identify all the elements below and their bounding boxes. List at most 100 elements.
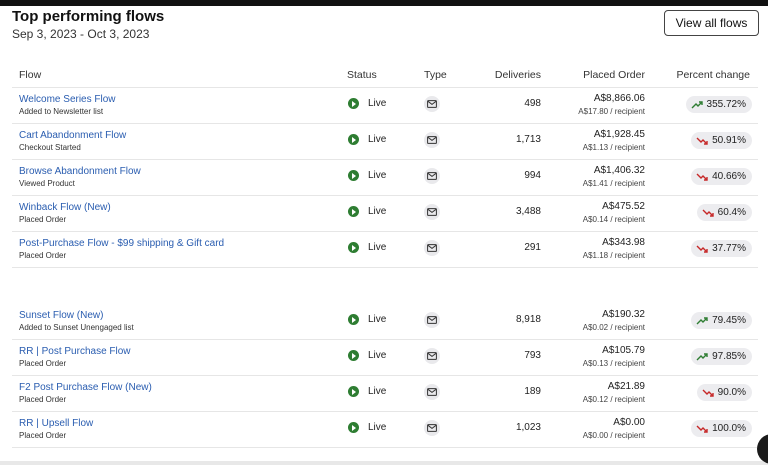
flow-trigger: Added to Newsletter list — [19, 107, 104, 116]
per-recipient-value: A$0.14 / recipient — [582, 215, 645, 224]
email-icon — [424, 96, 440, 112]
deliveries-value: 189 — [524, 386, 541, 397]
window-top-bar — [0, 0, 768, 6]
percent-change-value: 50.91% — [712, 135, 746, 146]
trend-down-icon — [702, 388, 718, 398]
email-icon — [424, 348, 440, 364]
percent-change-value: 97.85% — [712, 351, 746, 362]
percent-change-badge: 37.77% — [691, 240, 752, 257]
live-status-icon — [348, 206, 359, 217]
trend-up-icon — [696, 352, 712, 362]
live-status-icon — [348, 386, 359, 397]
flow-name-link[interactable]: RR | Upsell Flow — [19, 418, 93, 429]
view-all-flows-button[interactable]: View all flows — [664, 10, 759, 36]
flow-name-link[interactable]: Post-Purchase Flow - $99 shipping & Gift… — [19, 238, 224, 249]
percent-change-value: 355.72% — [706, 99, 746, 110]
flow-trigger: Placed Order — [19, 215, 67, 224]
percent-change-value: 79.45% — [712, 315, 746, 326]
email-icon — [424, 312, 440, 328]
table-row: Welcome Series Flow Added to Newsletter l… — [0, 87, 768, 123]
placed-order-value: A$343.98 — [602, 237, 645, 248]
flow-trigger: Placed Order — [19, 251, 67, 260]
email-icon — [424, 132, 440, 148]
flow-trigger: Checkout Started — [19, 143, 81, 152]
table-row: Browse Abandonment Flow Viewed Product Liv… — [0, 159, 768, 195]
flow-name-link[interactable]: Sunset Flow (New) — [19, 310, 103, 321]
table-row: Cart Abandonment Flow Checkout Started Liv… — [0, 123, 768, 159]
live-status-icon — [348, 350, 359, 361]
per-recipient-value: A$0.02 / recipient — [582, 323, 645, 332]
trend-down-icon — [696, 136, 712, 146]
status-text: Live — [368, 422, 387, 433]
column-header-percent-change: Percent change — [676, 69, 750, 81]
trend-up-icon — [691, 100, 707, 110]
column-header-status: Status — [347, 69, 377, 81]
table-header: Flow Status Type Deliveries Placed Order… — [0, 66, 768, 88]
percent-change-badge: 79.45% — [691, 312, 752, 329]
email-icon — [424, 204, 440, 220]
placed-order-value: A$190.32 — [602, 309, 645, 320]
flow-trigger: Viewed Product — [19, 179, 75, 188]
flow-name-link[interactable]: F2 Post Purchase Flow (New) — [19, 382, 152, 393]
placed-order-value: A$8,866.06 — [593, 93, 645, 104]
placed-order-value: A$21.89 — [607, 381, 645, 392]
status-text: Live — [368, 350, 387, 361]
per-recipient-value: A$0.12 / recipient — [582, 395, 645, 404]
deliveries-value: 8,918 — [515, 314, 541, 325]
live-status-icon — [348, 134, 359, 145]
placed-order-value: A$105.79 — [602, 345, 645, 356]
table-row: RR | Post Purchase Flow Placed Order Live 7… — [0, 339, 768, 375]
trend-down-icon — [702, 208, 718, 218]
trend-down-icon — [696, 172, 712, 182]
live-status-icon — [348, 242, 359, 253]
trend-up-icon — [696, 316, 712, 326]
percent-change-badge: 60.4% — [696, 204, 752, 221]
deliveries-value: 793 — [524, 350, 541, 361]
flow-trigger: Added to Sunset Unengaged list — [19, 323, 134, 332]
placed-order-value: A$1,406.32 — [593, 165, 645, 176]
flow-trigger: Placed Order — [19, 395, 67, 404]
flow-name-link[interactable]: Browse Abandonment Flow — [19, 166, 141, 177]
status-text: Live — [368, 242, 387, 253]
email-icon — [424, 240, 440, 256]
per-recipient-value: A$1.18 / recipient — [582, 251, 645, 260]
percent-change-badge: 97.85% — [691, 348, 752, 365]
flow-trigger: Placed Order — [19, 431, 67, 440]
table-row: Sunset Flow (New) Added to Sunset Unengag… — [0, 303, 768, 339]
trend-down-icon — [696, 424, 712, 434]
deliveries-value: 291 — [524, 242, 541, 253]
per-recipient-value: A$17.80 / recipient — [578, 107, 645, 116]
row-divider — [12, 267, 758, 268]
table-row: Winback Flow (New) Placed Order Live 3,488 A… — [0, 195, 768, 231]
percent-change-badge: 100.0% — [691, 420, 752, 437]
per-recipient-value: A$0.13 / recipient — [582, 359, 645, 368]
flow-name-link[interactable]: Winback Flow (New) — [19, 202, 111, 213]
percent-change-badge: 50.91% — [691, 132, 752, 149]
bottom-scrollbar-track — [0, 461, 768, 465]
row-divider — [12, 447, 758, 448]
column-header-placed-order: Placed Order — [583, 69, 645, 81]
flow-trigger: Placed Order — [19, 359, 67, 368]
table-row: RR | Upsell Flow Placed Order Live 1,023 A$0… — [0, 411, 768, 447]
percent-change-badge: 40.66% — [691, 168, 752, 185]
deliveries-value: 994 — [524, 170, 541, 181]
percent-change-value: 40.66% — [712, 171, 746, 182]
flow-name-link[interactable]: RR | Post Purchase Flow — [19, 346, 131, 357]
placed-order-value: A$0.00 — [613, 417, 645, 428]
column-header-flow: Flow — [19, 69, 42, 81]
email-icon — [424, 384, 440, 400]
date-range: Sep 3, 2023 - Oct 3, 2023 — [12, 27, 150, 41]
status-text: Live — [368, 98, 387, 109]
live-status-icon — [348, 422, 359, 433]
per-recipient-value: A$1.41 / recipient — [582, 179, 645, 188]
status-text: Live — [368, 134, 387, 145]
status-text: Live — [368, 170, 387, 181]
flow-name-link[interactable]: Welcome Series Flow — [19, 94, 116, 105]
per-recipient-value: A$1.13 / recipient — [582, 143, 645, 152]
percent-change-value: 37.77% — [712, 243, 746, 254]
status-text: Live — [368, 314, 387, 325]
table-row: F2 Post Purchase Flow (New) Placed Order L… — [0, 375, 768, 411]
percent-change-badge: 355.72% — [685, 96, 752, 113]
flow-name-link[interactable]: Cart Abandonment Flow — [19, 130, 126, 141]
table-row: Post-Purchase Flow - $99 shipping & Gift… — [0, 231, 768, 267]
